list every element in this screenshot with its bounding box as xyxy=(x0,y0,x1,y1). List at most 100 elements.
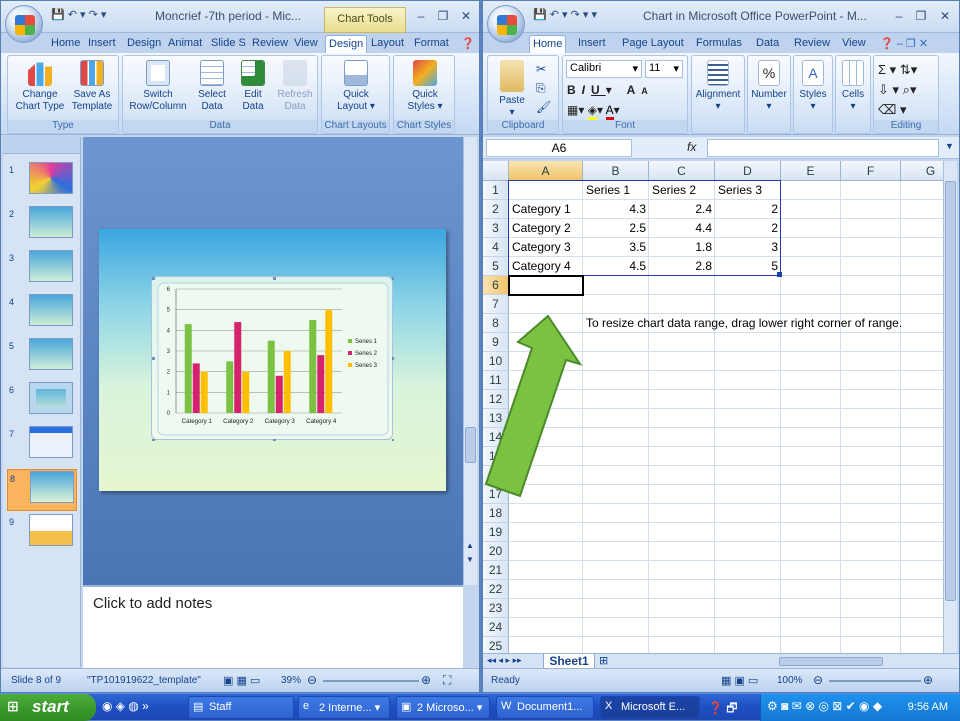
xl-tab-view[interactable]: View xyxy=(839,35,869,53)
font-color-icon[interactable]: A xyxy=(605,103,614,120)
taskbar-internet[interactable]: e2 Interne... ▾ xyxy=(298,696,390,719)
sheet-nav-icon[interactable]: ◂◂ ◂ ▸ ▸▸ xyxy=(487,655,522,666)
fit-to-window-icon[interactable]: ⛶ xyxy=(443,673,451,688)
value-cell[interactable]: 2.4 xyxy=(649,200,715,219)
row-header-21[interactable]: 21 xyxy=(483,561,509,580)
formula-input[interactable] xyxy=(707,139,939,157)
scroll-thumb[interactable] xyxy=(465,427,476,463)
value-cell[interactable]: 2.5 xyxy=(583,219,649,238)
category-cell[interactable]: Category 4 xyxy=(509,257,583,276)
row-header-20[interactable]: 20 xyxy=(483,542,509,561)
quick-launch-icons[interactable]: ◉ ◈ ◍ » xyxy=(102,699,149,713)
help-tray-icons[interactable]: ❓ 🗗 xyxy=(708,699,738,720)
row-header-4[interactable]: 4 xyxy=(483,238,509,257)
slide-vertical-scrollbar[interactable]: ▲ ▼ xyxy=(463,137,477,585)
clear-icon[interactable]: ⌫ xyxy=(878,102,896,117)
insert-function-icon[interactable]: fx xyxy=(687,140,696,154)
format-painter-icon[interactable]: 🖌 xyxy=(536,100,551,114)
number-button[interactable]: % Number ▾ xyxy=(748,60,790,113)
border-fill-color[interactable]: ▦▾ ◈▾ A▾ xyxy=(567,103,620,120)
column-header-F[interactable]: F xyxy=(841,161,901,181)
fill-color-icon[interactable]: ◈ xyxy=(587,103,597,120)
column-header-C[interactable]: C xyxy=(649,161,715,181)
font-name-select[interactable]: Calibri ▾ xyxy=(566,60,642,78)
pp-tab-slideshow[interactable]: Slide S xyxy=(208,35,249,53)
xl-minimize-icon[interactable]: – xyxy=(889,7,909,25)
row-header-23[interactable]: 23 xyxy=(483,599,509,618)
save-as-template-button[interactable]: Save As Template xyxy=(66,60,118,113)
xl-tab-formulas[interactable]: Formulas xyxy=(693,35,745,53)
editing-tools[interactable]: Σ ▾ ⇅▾ ⇩ ▾ ⌕▾ ⌫ ▾ xyxy=(878,60,917,120)
change-chart-type-button[interactable]: Change Chart Type xyxy=(12,60,68,113)
expand-formula-icon[interactable]: ▼ xyxy=(945,141,954,151)
xl-tab-insert[interactable]: Insert xyxy=(575,35,609,53)
zoom-level[interactable]: 39% xyxy=(281,675,301,686)
slide-thumb-5[interactable]: 5 xyxy=(7,337,77,379)
slide-thumb-9[interactable]: 9 xyxy=(7,513,77,555)
slide-thumb-6[interactable]: 6 xyxy=(7,381,77,423)
bold-icon[interactable]: B xyxy=(567,83,582,97)
value-cell[interactable]: 2 xyxy=(715,200,781,219)
pp-maximize-icon[interactable]: ❐ xyxy=(433,7,453,25)
xl-tab-page-layout[interactable]: Page Layout xyxy=(619,35,687,53)
value-cell[interactable]: 1.8 xyxy=(649,238,715,257)
row-header-19[interactable]: 19 xyxy=(483,523,509,542)
pp-minimize-icon[interactable]: – xyxy=(411,7,431,25)
value-cell[interactable]: 5 xyxy=(715,257,781,276)
xl-tab-review[interactable]: Review xyxy=(791,35,833,53)
italic-icon[interactable]: I xyxy=(582,83,591,97)
range-resize-handle[interactable] xyxy=(777,272,782,277)
column-header-D[interactable]: D xyxy=(715,161,781,181)
slide-thumb-7[interactable]: 7 xyxy=(7,425,77,467)
start-button[interactable]: ⊞ start xyxy=(0,694,96,721)
value-cell[interactable]: 4.3 xyxy=(583,200,649,219)
xl-quick-access[interactable]: 💾 ↶ ▾ ↷ ▾ ▾ xyxy=(533,8,597,21)
xl-zoom-in-icon[interactable]: ⊕ xyxy=(923,673,933,687)
value-cell[interactable]: 4.5 xyxy=(583,257,649,276)
xl-zoom-level[interactable]: 100% xyxy=(777,675,803,686)
column-header-G[interactable]: G xyxy=(901,161,943,181)
pp-tab-design[interactable]: Design xyxy=(124,35,164,53)
insert-sheet-icon[interactable]: ⊞ xyxy=(599,654,608,667)
xl-tab-data[interactable]: Data xyxy=(753,35,782,53)
borders-icon[interactable]: ▦ xyxy=(567,103,578,117)
quick-layout-button[interactable]: Quick Layout ▾ xyxy=(326,60,386,113)
pp-quick-access[interactable]: 💾 ↶ ▾ ↷ ▾ xyxy=(51,8,106,21)
sheet1-tab[interactable]: Sheet1 xyxy=(543,654,595,669)
refresh-data-button[interactable]: Refresh Data xyxy=(273,60,317,113)
cells-button[interactable]: Cells ▾ xyxy=(836,60,870,113)
series-header-cell[interactable]: Series 3 xyxy=(715,181,781,200)
select-data-button[interactable]: Select Data xyxy=(193,60,231,113)
xl-close-icon[interactable]: ✕ xyxy=(935,7,955,25)
underline-icon[interactable]: U xyxy=(591,83,606,97)
taskbar-staff[interactable]: ▤ Staff xyxy=(188,696,294,719)
switch-row-column-button[interactable]: Switch Row/Column xyxy=(125,60,191,113)
current-slide[interactable]: 0 1 2 3 4 5 6 Category 1 Category 2 Category 3 Cat… xyxy=(99,229,446,491)
column-header-E[interactable]: E xyxy=(781,161,841,181)
slide-thumb-8[interactable]: 8 xyxy=(7,469,77,511)
xl-zoom-slider[interactable] xyxy=(829,680,921,682)
column-header-A[interactable]: A xyxy=(509,161,583,181)
horizontal-scroll-thumb[interactable] xyxy=(779,657,883,666)
xl-view-buttons[interactable]: ▦ ▣ ▭ xyxy=(721,674,758,687)
pp-tab-insert[interactable]: Insert xyxy=(85,35,119,53)
taskbar-microsoft-excel[interactable]: X Microsoft E... xyxy=(600,696,700,719)
prev-slide-icon[interactable]: ▲ xyxy=(466,541,474,550)
tray-icons[interactable]: ⚙ ◙ ✉ ⊗ ◎ ⊠ ✔ ◉ ◆ xyxy=(767,699,882,713)
slide-thumb-3[interactable]: 3 xyxy=(7,249,77,291)
sheet-vertical-scrollbar[interactable] xyxy=(943,161,957,653)
series-header-cell[interactable]: Series 1 xyxy=(583,181,649,200)
next-slide-icon[interactable]: ▼ xyxy=(466,555,474,564)
row-header-25[interactable]: 25 xyxy=(483,637,509,653)
row-header-5[interactable]: 5 xyxy=(483,257,509,276)
cut-icon[interactable]: ✂ xyxy=(536,62,546,76)
paste-button[interactable]: Paste ▾ xyxy=(492,60,532,119)
slide-thumb-2[interactable]: 2 xyxy=(7,205,77,247)
alignment-button[interactable]: Alignment ▾ xyxy=(692,60,744,113)
fill-icon[interactable]: ⇩ xyxy=(878,82,889,97)
taskbar-document1[interactable]: W Document1... xyxy=(496,696,594,719)
copy-icon[interactable]: ⎘ xyxy=(536,81,546,95)
row-header-2[interactable]: 2 xyxy=(483,200,509,219)
shrink-font-icon[interactable]: A xyxy=(641,86,654,96)
row-header-3[interactable]: 3 xyxy=(483,219,509,238)
